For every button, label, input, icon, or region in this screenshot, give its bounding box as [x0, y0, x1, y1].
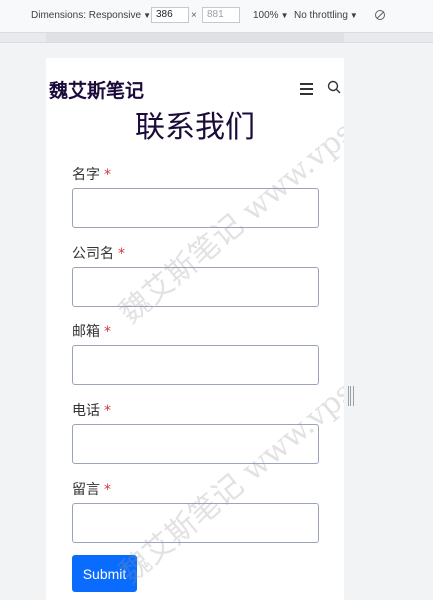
throttling-dropdown[interactable]: No throttling ▼ [294, 10, 358, 21]
required-marker: * [118, 246, 125, 262]
company-field[interactable] [72, 267, 319, 307]
required-marker: * [104, 482, 111, 498]
site-title[interactable]: 魏艾斯笔记 [49, 76, 144, 103]
company-label: 公司名 * [72, 243, 125, 263]
dropdown-arrow-icon: ▼ [143, 11, 151, 20]
zoom-label: 100% [253, 10, 279, 21]
page-title: 联系我们 [135, 110, 255, 145]
email-field[interactable] [72, 345, 319, 385]
field-label-text: 名字 [72, 167, 100, 183]
phone-field[interactable] [72, 424, 319, 464]
field-label-text: 电话 [72, 403, 100, 419]
zoom-dropdown[interactable]: 100% ▼ [253, 10, 289, 21]
resize-handle[interactable] [348, 386, 354, 406]
menu-icon[interactable] [300, 83, 313, 95]
field-label-text: 邮箱 [72, 324, 100, 340]
dimensions-dropdown[interactable]: Dimensions: Responsive ▼ [31, 10, 151, 21]
message-field[interactable] [72, 503, 319, 543]
message-label: 留言 * [72, 479, 111, 499]
field-label-text: 公司名 [72, 246, 114, 262]
required-marker: * [104, 403, 111, 419]
times-symbol: × [191, 10, 197, 21]
name-label: 名字 * [72, 164, 111, 184]
height-input[interactable]: 881 [202, 7, 240, 23]
phone-label: 电话 * [72, 400, 111, 420]
email-label: 邮箱 * [72, 321, 111, 341]
page-viewport: 魏艾斯笔记 联系我们 名字 * 公司名 * 邮箱 * 电话 * 留言 * Submit 魏… [46, 58, 344, 600]
field-label-text: 留言 [72, 482, 100, 498]
name-field[interactable] [72, 188, 319, 228]
submit-button[interactable]: Submit [72, 555, 137, 592]
devtools-toolbar: Dimensions: Responsive ▼ 386 × 881 100% ▼ … [0, 0, 433, 33]
dropdown-arrow-icon: ▼ [349, 11, 358, 20]
dropdown-arrow-icon: ▼ [280, 11, 289, 20]
required-marker: * [104, 324, 111, 340]
media-query-bar [0, 33, 433, 43]
search-icon[interactable] [327, 80, 341, 94]
rotate-icon[interactable] [375, 10, 385, 20]
required-marker: * [104, 167, 111, 183]
width-input[interactable]: 386 [151, 7, 189, 23]
throttling-label: No throttling [294, 10, 348, 21]
dimensions-label: Dimensions: Responsive [31, 10, 142, 21]
